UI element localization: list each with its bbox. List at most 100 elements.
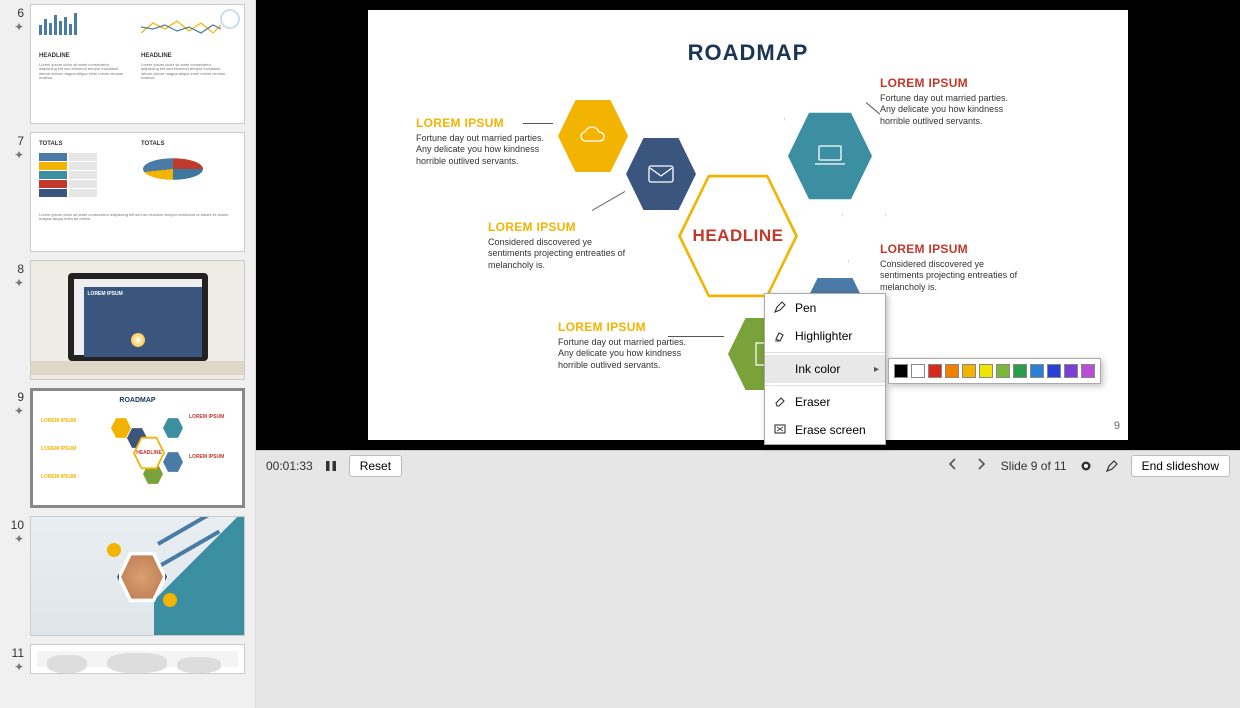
thumb-roadmap-title: ROADMAP <box>33 397 242 404</box>
color-swatch[interactable] <box>945 364 959 378</box>
color-swatch[interactable] <box>1081 364 1095 378</box>
thumbnail-row: 9 ✦ ROADMAP HEADLINE LOREM IPSUM LOREM IP… <box>4 388 245 508</box>
block-title: LOREM IPSUM <box>488 220 628 234</box>
hex-yellow <box>558 96 628 176</box>
animation-star-icon: ✦ <box>4 662 24 672</box>
hex-headline: HEADLINE <box>678 168 798 304</box>
color-swatch[interactable] <box>1013 364 1027 378</box>
color-swatch[interactable] <box>928 364 942 378</box>
slide-number: 9 <box>1114 420 1120 432</box>
animation-star-icon: ✦ <box>4 150 24 160</box>
text-block-5: LOREM IPSUM Considered discovered ye sen… <box>880 242 1020 293</box>
thumb-headline-1: HEADLINE <box>39 53 70 59</box>
animation-star-icon: ✦ <box>4 278 24 288</box>
block-title: LOREM IPSUM <box>880 242 1020 256</box>
empty-area <box>256 480 1240 708</box>
pen-tool-button[interactable] <box>1105 459 1119 473</box>
thumb-headline-2: HEADLINE <box>141 53 172 59</box>
block-body: Fortune day out married parties. Any del… <box>416 133 556 167</box>
menu-label: Highlighter <box>795 329 852 343</box>
color-swatch[interactable] <box>962 364 976 378</box>
thumbnail-row: 7 ✦ TOTALS TOTALS Lorem ipsum dolor sit a… <box>4 132 245 252</box>
thumb-number: 6 ✦ <box>4 4 30 124</box>
headline-text: HEADLINE <box>693 226 784 246</box>
animation-star-icon: ✦ <box>4 22 24 32</box>
reset-button[interactable]: Reset <box>349 455 402 477</box>
menu-highlighter[interactable]: Highlighter <box>765 322 885 350</box>
pen-icon <box>1105 459 1119 473</box>
chevron-right-icon: ▸ <box>874 364 879 375</box>
end-slideshow-button[interactable]: End slideshow <box>1131 455 1230 477</box>
highlighter-icon <box>773 328 787 342</box>
menu-separator <box>765 385 885 386</box>
thumbnail-row: 6 ✦ HEADLINE HEADLINE Lorem ipsum dolor … <box>4 4 245 124</box>
menu-label: Erase screen <box>795 423 866 437</box>
menu-erase-screen[interactable]: Erase screen <box>765 416 885 444</box>
block-body: Fortune day out married parties. Any del… <box>558 337 698 371</box>
slide-title: ROADMAP <box>368 40 1128 66</box>
menu-ink-color[interactable]: Ink color ▸ <box>765 355 885 383</box>
pause-icon <box>325 460 337 472</box>
color-swatch[interactable] <box>1047 364 1061 378</box>
color-swatch[interactable] <box>1064 364 1078 378</box>
pointer-dot-icon <box>1079 459 1093 473</box>
text-block-4: LOREM IPSUM Fortune day out married part… <box>880 76 1020 127</box>
thumb-laptop-title: LOREM IPSUM <box>88 291 198 297</box>
next-slide-button[interactable] <box>973 456 989 475</box>
animation-star-icon: ✦ <box>4 406 24 416</box>
thumb-index-label: 9 <box>17 390 24 404</box>
slideshow-presenter: 6 ✦ HEADLINE HEADLINE Lorem ipsum dolor … <box>0 0 1240 708</box>
arrow-right-icon <box>973 456 989 472</box>
text-block-3: LOREM IPSUM Fortune day out married part… <box>558 320 698 371</box>
slide-thumbnail-8[interactable]: LOREM IPSUM <box>30 260 245 380</box>
slide-thumbnail-7[interactable]: TOTALS TOTALS Lorem ipsum dolor sit amet… <box>30 132 245 252</box>
slide-thumbnail-6[interactable]: HEADLINE HEADLINE Lorem ipsum dolor sit … <box>30 4 245 124</box>
color-swatch[interactable] <box>894 364 908 378</box>
pointer-tool-button[interactable] <box>1079 459 1093 473</box>
color-swatch[interactable] <box>911 364 925 378</box>
slide-thumbnail-10[interactable] <box>30 516 245 636</box>
thumb-index-label: 7 <box>17 134 24 148</box>
thumbnail-row: 11 ✦ <box>4 644 245 674</box>
thumb-index-label: 6 <box>17 6 24 20</box>
eraser-icon <box>773 394 787 408</box>
slide-position-label: Slide 9 of 11 <box>1001 459 1067 473</box>
thumbnail-row: 10 ✦ <box>4 516 245 636</box>
slide-thumbnail-panel[interactable]: 6 ✦ HEADLINE HEADLINE Lorem ipsum dolor … <box>0 0 256 708</box>
block-body: Fortune day out married parties. Any del… <box>880 93 1020 127</box>
menu-label: Ink color <box>795 362 840 376</box>
block-body: Considered discovered ye sentiments proj… <box>880 259 1020 293</box>
thumb-center-headline: HEADLINE <box>135 437 163 469</box>
stage-column: ROADMAP <box>256 0 1240 708</box>
thumbnail-row: 8✦ LOREM IPSUM <box>4 260 245 380</box>
text-block-2: LOREM IPSUM Considered discovered ye sen… <box>488 220 628 271</box>
color-swatch[interactable] <box>996 364 1010 378</box>
block-title: LOREM IPSUM <box>558 320 698 334</box>
block-title: LOREM IPSUM <box>880 76 1020 90</box>
slide-thumbnail-11[interactable] <box>30 644 245 674</box>
arrow-left-icon <box>945 456 961 472</box>
menu-label: Pen <box>795 301 816 315</box>
thumb-index-label: 10 <box>11 518 24 532</box>
timer-label: 00:01:33 <box>266 459 313 473</box>
thumb-index-label: 11 <box>12 646 24 660</box>
pause-button[interactable] <box>325 460 337 472</box>
hex-navy <box>626 134 696 214</box>
menu-label: Eraser <box>795 395 830 409</box>
block-body: Considered discovered ye sentiments proj… <box>488 237 628 271</box>
menu-pen[interactable]: Pen <box>765 294 885 322</box>
menu-eraser[interactable]: Eraser <box>765 388 885 416</box>
menu-separator <box>765 352 885 353</box>
prev-slide-button[interactable] <box>945 456 961 475</box>
thumb-totals-label-2: TOTALS <box>141 141 164 147</box>
cloud-icon <box>578 125 608 147</box>
animation-star-icon: ✦ <box>4 534 24 544</box>
mail-icon <box>647 164 675 184</box>
pen-icon <box>773 300 787 314</box>
slide-thumbnail-9[interactable]: ROADMAP HEADLINE LOREM IPSUM LOREM IPSUM… <box>30 388 245 508</box>
ink-context-menu: Pen Highlighter Ink color ▸ Eraser Erase… <box>764 293 886 445</box>
thumb-totals-label-1: TOTALS <box>39 141 62 147</box>
ink-color-flyout <box>888 358 1101 384</box>
color-swatch[interactable] <box>979 364 993 378</box>
color-swatch[interactable] <box>1030 364 1044 378</box>
